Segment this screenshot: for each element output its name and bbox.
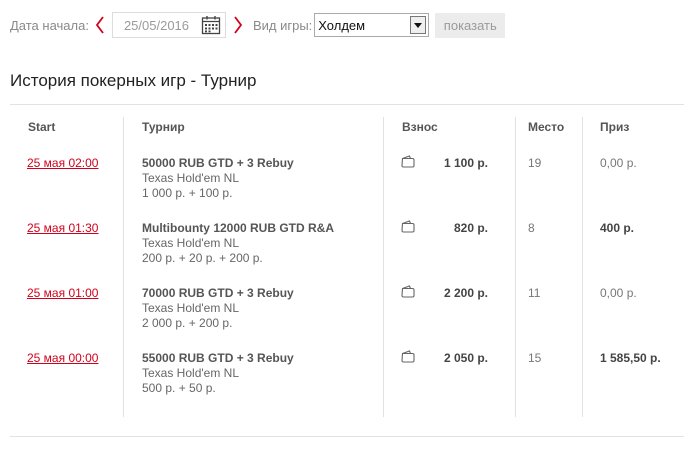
top-divider (10, 104, 684, 105)
calendar-icon[interactable] (201, 15, 221, 35)
show-button[interactable]: показать (435, 12, 506, 38)
chevron-right-icon (234, 16, 243, 34)
tournament-date-link[interactable]: 25 мая 01:00 (27, 286, 98, 300)
tournament-name: 50000 RUB GTD + 3 Rebuy (142, 156, 294, 170)
tournament-game: Texas Hold'em NL (142, 366, 239, 380)
game-type-select[interactable]: Холдем (314, 13, 430, 37)
tournament-name: Multibounty 12000 RUB GTD R&A (142, 221, 335, 235)
filter-bar: Дата начала: Вид игры: Холдем (10, 11, 506, 39)
header-fee: Взнос (402, 120, 438, 134)
chevron-left-icon (95, 16, 104, 34)
tournament-place: 11 (528, 286, 541, 300)
game-type-value: Холдем (318, 17, 366, 33)
tournament-fee-breakdown: 2 000 р. + 200 р. (142, 316, 233, 330)
wallet-icon (401, 350, 415, 363)
tournament-fee: 1 100 р. (443, 156, 488, 170)
tournament-game: Texas Hold'em NL (142, 236, 239, 250)
tournament-date-link[interactable]: 25 мая 01:30 (27, 221, 98, 235)
tournament-place: 19 (528, 156, 542, 170)
game-type-label: Вид игры: (252, 17, 313, 33)
tournament-prize: 1 585,50 р. (600, 351, 661, 365)
next-date-button[interactable] (227, 11, 249, 39)
header-place: Место (528, 120, 565, 134)
tournament-name: 70000 RUB GTD + 3 Rebuy (142, 286, 294, 300)
tournament-fee: 2 200 р. (443, 286, 488, 300)
wallet-icon (401, 155, 415, 168)
tournament-place: 15 (528, 351, 542, 365)
tournament-fee-breakdown: 200 р. + 20 р. + 200 р. (142, 251, 263, 265)
tournament-fee-breakdown: 500 р. + 50 р. (142, 381, 216, 395)
wallet-icon (401, 220, 415, 233)
tournament-table: Start Турнир Взнос Место Приз 25 мая 02:… (10, 117, 684, 417)
tournament-name: 55000 RUB GTD + 3 Rebuy (142, 351, 294, 365)
tournament-fee-breakdown: 1 000 р. + 100 р. (142, 186, 233, 200)
column-divider (515, 117, 516, 417)
dropdown-arrow-icon[interactable] (410, 16, 427, 34)
wallet-icon (401, 285, 415, 298)
bottom-divider (10, 436, 684, 437)
prev-date-button[interactable] (89, 11, 111, 39)
header-prize: Приз (600, 120, 630, 134)
tournament-prize: 0,00 р. (600, 286, 637, 300)
start-date-field[interactable] (111, 12, 226, 38)
page-title: История покерных игр - Турнир (10, 71, 257, 90)
tournament-game: Texas Hold'em NL (142, 301, 239, 315)
header-start: Start (28, 120, 56, 134)
tournament-prize: 0,00 р. (600, 156, 637, 170)
start-date-input[interactable] (123, 17, 196, 33)
tournament-date-link[interactable]: 25 мая 00:00 (27, 351, 98, 365)
tournament-place: 8 (528, 221, 535, 235)
start-date-label: Дата начала: (10, 17, 89, 33)
tournament-fee: 2 050 р. (443, 351, 488, 365)
column-divider (123, 117, 124, 417)
tournament-game: Texas Hold'em NL (142, 171, 239, 185)
column-divider (582, 117, 583, 417)
column-divider (383, 117, 384, 417)
tournament-date-link[interactable]: 25 мая 02:00 (27, 156, 98, 170)
header-tournament: Турнир (142, 120, 185, 134)
tournament-prize: 400 р. (600, 221, 635, 235)
tournament-fee: 820 р. (453, 221, 488, 235)
